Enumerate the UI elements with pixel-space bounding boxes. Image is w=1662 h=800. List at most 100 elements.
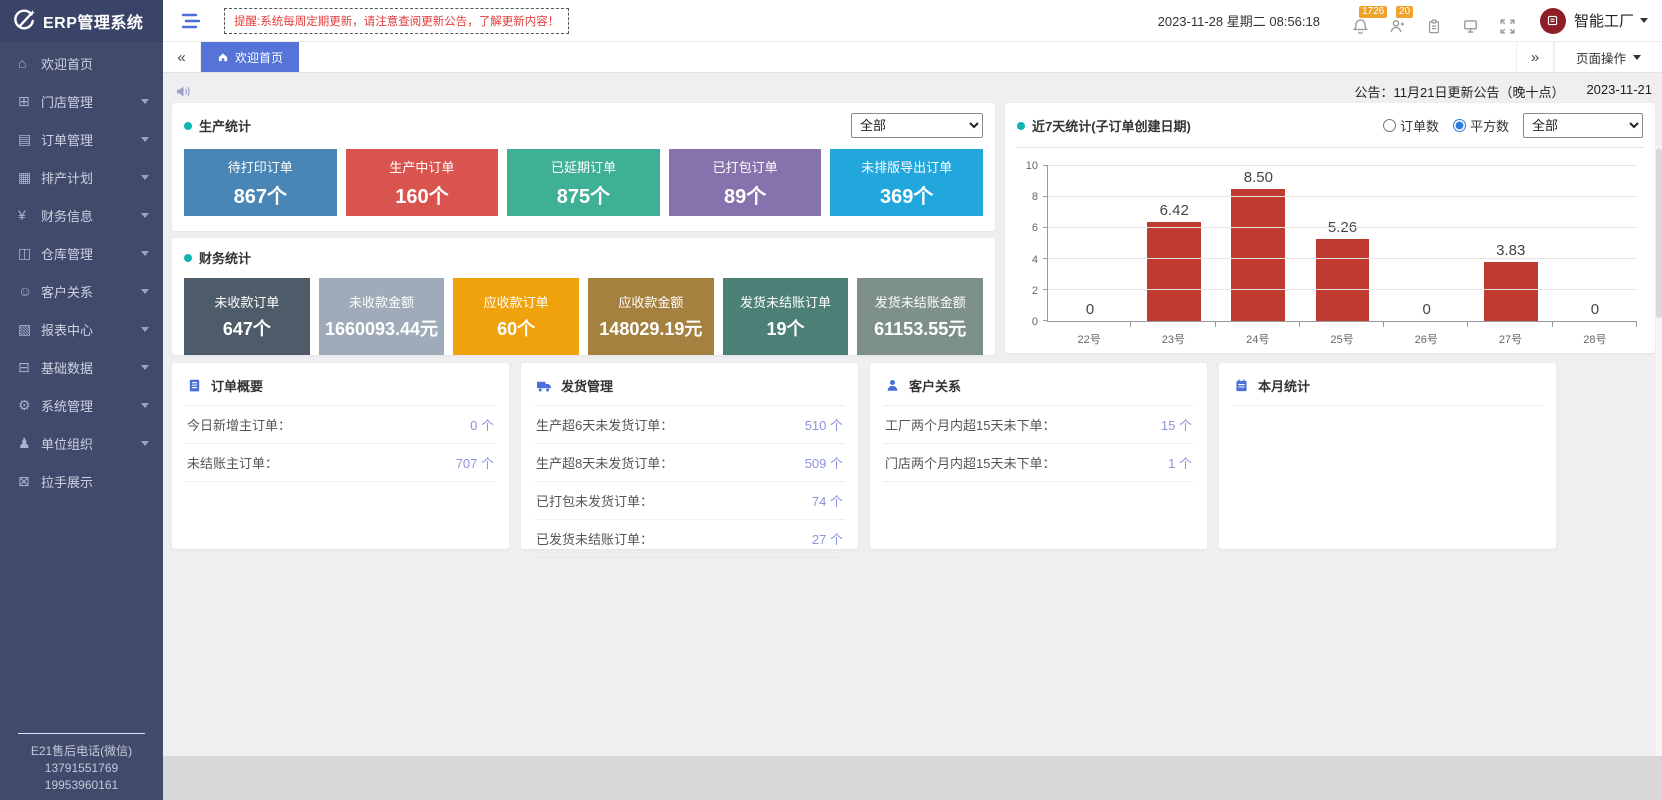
announcement-title[interactable]: 公告：11月21日更新公告（晚十点） — [1354, 82, 1564, 101]
summary-row-value[interactable]: 707 个 — [456, 453, 494, 472]
stat-card[interactable]: 发货未结账金额61153.55元 — [857, 278, 983, 355]
sidebar-item-基础数据[interactable]: ⊟基础数据 — [0, 348, 163, 386]
scrollbar-thumb[interactable] — [1656, 148, 1662, 318]
vertical-scrollbar[interactable] — [1656, 146, 1662, 800]
top-header: 提醒:系统每周定期更新，请注意查阅更新公告，了解更新内容！ 2023-11-28… — [163, 0, 1662, 42]
stat-card[interactable]: 已延期订单875个 — [507, 149, 660, 216]
stat-card[interactable]: 未排版导出订单369个 — [830, 149, 983, 216]
tab-label: 欢迎首页 — [235, 49, 283, 66]
chart-filter-select[interactable]: 全部 — [1523, 113, 1643, 138]
radio-order-count[interactable]: 订单数 — [1383, 116, 1439, 135]
production-filter-select[interactable]: 全部 — [851, 113, 983, 138]
bar — [1231, 189, 1285, 321]
bar-value-label: 0 — [1591, 301, 1599, 318]
store-icon: ⊞ — [18, 93, 41, 110]
bar-slot[interactable]: 0 — [1048, 166, 1132, 321]
stat-card[interactable]: 未收款订单647个 — [184, 278, 310, 355]
tab-welcome-home[interactable]: 欢迎首页 — [201, 42, 299, 72]
stat-card-label: 应收款金额 — [618, 292, 683, 311]
hamburger-icon[interactable] — [180, 12, 202, 30]
tabs-scroll-right-button[interactable]: » — [1516, 42, 1554, 72]
chevron-down-icon — [141, 289, 149, 294]
bar-slot[interactable]: 3.83 — [1469, 166, 1553, 321]
summary-row-value[interactable]: 74 个 — [812, 491, 843, 510]
stat-card[interactable]: 生产中订单160个 — [346, 149, 499, 216]
bar-slot[interactable]: 0 — [1553, 166, 1637, 321]
chart-controls: 订单数 平方数 全部 — [1383, 113, 1643, 138]
x-tick-label: 23号 — [1131, 331, 1215, 347]
sidebar-item-系统管理[interactable]: ⚙系统管理 — [0, 386, 163, 424]
sidebar-item-欢迎首页[interactable]: ⌂欢迎首页 — [0, 44, 163, 82]
bar-slot[interactable]: 5.26 — [1300, 166, 1384, 321]
panel-title: 客户关系 — [909, 376, 961, 395]
summary-row[interactable]: 工厂两个月内超15天未下单： 15 个 — [883, 406, 1194, 444]
summary-row-value[interactable]: 509 个 — [805, 453, 843, 472]
footer-phone: 13791551769 — [0, 760, 163, 777]
summary-row-value[interactable]: 0 个 — [470, 415, 494, 434]
gridline — [1048, 227, 1637, 228]
summary-row[interactable]: 生产超6天未发货订单：510 个 — [534, 406, 845, 444]
sidebar-item-客户关系[interactable]: ☺客户关系 — [0, 272, 163, 310]
summary-row[interactable]: 门店两个月内超15天未下单：1 个 — [883, 444, 1194, 482]
sidebar-item-订单管理[interactable]: ▤订单管理 — [0, 120, 163, 158]
summary-row-value[interactable]: 1 个 — [1168, 453, 1192, 472]
speaker-icon[interactable] — [175, 83, 192, 100]
stat-card[interactable]: 发货未结账订单19个 — [723, 278, 849, 355]
stat-card-value: 19个 — [767, 315, 805, 341]
notifications-button[interactable]: 1726 — [1352, 6, 1369, 35]
summary-row-value[interactable]: 510 个 — [805, 415, 843, 434]
stat-card-label: 未收款金额 — [349, 292, 414, 311]
page-actions-menu[interactable]: 页面操作 — [1554, 42, 1662, 72]
sidebar-item-排产计划[interactable]: ▦排产计划 — [0, 158, 163, 196]
stat-card[interactable]: 已打包订单89个 — [669, 149, 822, 216]
bar-slot[interactable]: 0 — [1385, 166, 1469, 321]
sidebar-item-单位组织[interactable]: ♟单位组织 — [0, 424, 163, 462]
bar-slot[interactable]: 6.42 — [1132, 166, 1216, 321]
clipboard-button[interactable] — [1426, 7, 1442, 35]
sidebar-item-仓库管理[interactable]: ◫仓库管理 — [0, 234, 163, 272]
y-tick-mark — [1043, 289, 1048, 290]
contacts-button[interactable]: 20 — [1389, 6, 1406, 35]
summary-row[interactable]: 已打包未发货订单：74 个 — [534, 482, 845, 520]
summary-row-value[interactable]: 27 个 — [812, 529, 843, 548]
fullscreen-button[interactable] — [1499, 6, 1516, 35]
summary-row[interactable]: 生产超8天未发货订单：509 个 — [534, 444, 845, 482]
radio-square-count[interactable]: 平方数 — [1453, 116, 1509, 135]
x-tick-mark — [1468, 322, 1552, 327]
summary-row-value[interactable]: 15 个 — [1161, 415, 1192, 434]
summary-row[interactable]: 今日新增主订单：0 个 — [185, 406, 496, 444]
stat-card[interactable]: 待打印订单867个 — [184, 149, 337, 216]
chevron-down-icon — [141, 403, 149, 408]
y-tick-mark — [1043, 258, 1048, 259]
truck-icon — [536, 378, 552, 394]
production-stats-header: 生产统计 全部 — [184, 113, 983, 138]
finance-stats-header: 财务统计 — [184, 248, 983, 267]
x-tick-label: 24号 — [1216, 331, 1300, 347]
user-menu[interactable]: 智能工厂 — [1574, 10, 1648, 31]
radio-input[interactable] — [1453, 119, 1466, 132]
stat-card-value: 1660093.44元 — [325, 315, 438, 341]
x-axis-ticks — [1047, 322, 1637, 327]
avatar[interactable] — [1540, 8, 1566, 34]
stat-card-value: 867个 — [234, 180, 287, 209]
monitor-button[interactable] — [1462, 6, 1479, 35]
sidebar-item-报表中心[interactable]: ▧报表中心 — [0, 310, 163, 348]
tabs-scroll-left-button[interactable]: « — [163, 42, 201, 72]
main-content: 公告：11月21日更新公告（晚十点） 2023-11-21 生产统计 全部 待打… — [163, 73, 1662, 756]
sidebar-item-门店管理[interactable]: ⊞门店管理 — [0, 82, 163, 120]
sidebar-item-label: 仓库管理 — [41, 244, 141, 263]
bar-slot[interactable]: 8.50 — [1216, 166, 1300, 321]
stat-card[interactable]: 未收款金额 1660093.44元 — [319, 278, 445, 355]
sidebar-item-财务信息[interactable]: ¥财务信息 — [0, 196, 163, 234]
stat-card[interactable]: 应收款订单60个 — [453, 278, 579, 355]
summary-row[interactable]: 已发货未结账订单：27 个 — [534, 520, 845, 558]
stat-card[interactable]: 应收款金额148029.19元 — [588, 278, 714, 355]
chart-header: 近7天统计(子订单创建日期) 订单数 平方数 全部 — [1017, 113, 1643, 138]
summary-row[interactable]: 未结账主订单：707 个 — [185, 444, 496, 482]
sidebar-item-拉手展示[interactable]: ⊠拉手展示 — [0, 462, 163, 500]
summary-row-label: 工厂两个月内超15天未下单： — [885, 415, 1055, 434]
footer-line: E21售后电话(微信) — [0, 743, 163, 760]
radio-input[interactable] — [1383, 119, 1396, 132]
x-tick-mark — [1216, 322, 1300, 327]
y-tick-mark — [1043, 165, 1048, 166]
